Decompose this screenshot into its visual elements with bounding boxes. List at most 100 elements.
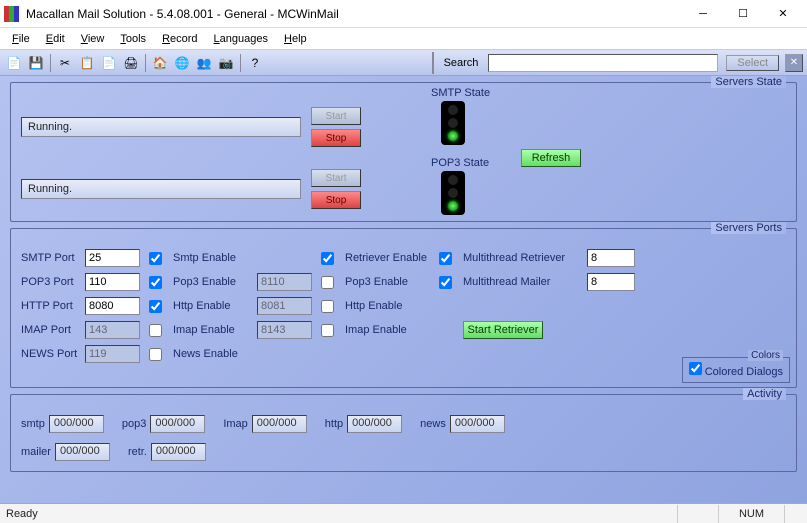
statusbar: Ready NUM: [0, 503, 807, 523]
act-imap-value: 000/000: [252, 415, 307, 433]
http-enable2-label: Http Enable: [345, 300, 435, 312]
act-imap-label: Imap: [223, 418, 247, 430]
imap-enable-checkbox[interactable]: [149, 324, 162, 337]
toolbar-separator: [50, 54, 51, 72]
news-enable-label: News Enable: [173, 348, 253, 360]
start-retriever-button[interactable]: Start Retriever: [463, 321, 543, 339]
tool-save-icon[interactable]: 💾: [26, 53, 46, 73]
servers-state-group: Servers State SMTP State POP3 State Star…: [10, 82, 797, 222]
pop3-enable-label: Pop3 Enable: [173, 276, 253, 288]
tool-print-icon[interactable]: 🖨: [121, 53, 141, 73]
mt-retriever-checkbox[interactable]: [439, 252, 452, 265]
window-title: Macallan Mail Solution - 5.4.08.001 - Ge…: [26, 7, 683, 21]
pop3-enable2-checkbox[interactable]: [321, 276, 334, 289]
tool-copy-icon[interactable]: 📋: [77, 53, 97, 73]
search-label: Search: [444, 57, 479, 69]
act-pop3-label: pop3: [122, 418, 146, 430]
pop3-port-label: POP3 Port: [21, 276, 81, 288]
app-icon: [4, 6, 20, 22]
pop3-status-field: [21, 179, 301, 199]
smtp-traffic-light: [441, 101, 465, 145]
pop3-enable-checkbox[interactable]: [149, 276, 162, 289]
pop3-start-button[interactable]: Start: [311, 169, 361, 187]
search-input[interactable]: [488, 54, 718, 72]
mt-retriever-label: Multithread Retriever: [463, 252, 583, 264]
menubar: File Edit View Tools Record Languages He…: [0, 28, 807, 50]
http-enable-label: Http Enable: [173, 300, 253, 312]
select-button[interactable]: Select: [726, 55, 779, 71]
smtp-enable-label: Smtp Enable: [173, 252, 253, 264]
colored-dialogs-checkbox[interactable]: [689, 362, 702, 375]
menu-record[interactable]: Record: [154, 31, 205, 47]
http-port-input[interactable]: [85, 297, 140, 315]
tool-help-icon[interactable]: ?: [245, 53, 265, 73]
menu-help[interactable]: Help: [276, 31, 315, 47]
tool-users-icon[interactable]: 👥: [194, 53, 214, 73]
smtp-enable-checkbox[interactable]: [149, 252, 162, 265]
smtp-port-label: SMTP Port: [21, 252, 81, 264]
activity-title: Activity: [743, 388, 786, 400]
smtp-status-field: [21, 117, 301, 137]
act-mailer-label: mailer: [21, 446, 51, 458]
smtp-stop-button[interactable]: Stop: [311, 129, 361, 147]
http-enable2-checkbox[interactable]: [321, 300, 334, 313]
mt-retriever-input[interactable]: [587, 249, 635, 267]
tool-new-icon[interactable]: 📄: [4, 53, 24, 73]
colored-dialogs-label: Colored Dialogs: [705, 366, 783, 378]
maximize-button[interactable]: ☐: [723, 0, 763, 28]
servers-ports-title: Servers Ports: [711, 222, 786, 234]
menu-view[interactable]: View: [73, 31, 113, 47]
tool-camera-icon[interactable]: 📷: [216, 53, 236, 73]
act-mailer-value: 000/000: [55, 443, 110, 461]
menu-file[interactable]: File: [4, 31, 38, 47]
http-port-label: HTTP Port: [21, 300, 81, 312]
imap-port-input[interactable]: [85, 321, 140, 339]
news-enable-checkbox[interactable]: [149, 348, 162, 361]
refresh-button[interactable]: Refresh: [521, 149, 581, 167]
news-port-label: NEWS Port: [21, 348, 81, 360]
colors-title: Colors: [748, 350, 783, 361]
servers-ports-group: Servers Ports SMTP Port Smtp Enable Retr…: [10, 228, 797, 388]
close-search-icon[interactable]: ✕: [785, 54, 803, 72]
close-button[interactable]: ✕: [763, 0, 803, 28]
act-news-value: 000/000: [450, 415, 505, 433]
http-enable-checkbox[interactable]: [149, 300, 162, 313]
smtp-start-button[interactable]: Start: [311, 107, 361, 125]
act-news-label: news: [420, 418, 446, 430]
tool-home-icon[interactable]: 🏠: [150, 53, 170, 73]
act-retr-value: 000/000: [151, 443, 206, 461]
imap-port2-input[interactable]: [257, 321, 312, 339]
content-area: Servers State SMTP State POP3 State Star…: [0, 76, 807, 503]
toolbar-separator: [240, 54, 241, 72]
toolbar: 📄 💾 ✂ 📋 📄 🖨 🏠 🌐 👥 📷 ? Search Select ✕: [0, 50, 807, 76]
pop3-port-input[interactable]: [85, 273, 140, 291]
tool-paste-icon[interactable]: 📄: [99, 53, 119, 73]
imap-enable2-label: Imap Enable: [345, 324, 435, 336]
retriever-enable-checkbox[interactable]: [321, 252, 334, 265]
http-port2-input[interactable]: [257, 297, 312, 315]
mt-mailer-checkbox[interactable]: [439, 276, 452, 289]
smtp-state-label: SMTP State: [431, 87, 490, 99]
smtp-port-input[interactable]: [85, 249, 140, 267]
menu-edit[interactable]: Edit: [38, 31, 73, 47]
mt-mailer-label: Multithread Mailer: [463, 276, 583, 288]
menu-languages[interactable]: Languages: [206, 31, 276, 47]
status-ready: Ready: [6, 508, 38, 520]
pop3-enable2-label: Pop3 Enable: [345, 276, 435, 288]
tool-world-icon[interactable]: 🌐: [172, 53, 192, 73]
tool-cut-icon[interactable]: ✂: [55, 53, 75, 73]
imap-port-label: IMAP Port: [21, 324, 81, 336]
pop3-stop-button[interactable]: Stop: [311, 191, 361, 209]
activity-group: Activity smtp000/000 pop3000/000 Imap000…: [10, 394, 797, 472]
pop3-port2-input[interactable]: [257, 273, 312, 291]
imap-enable2-checkbox[interactable]: [321, 324, 334, 337]
status-empty-cell: [677, 505, 718, 523]
servers-state-title: Servers State: [711, 76, 786, 88]
mt-mailer-input[interactable]: [587, 273, 635, 291]
act-retr-label: retr.: [128, 446, 147, 458]
minimize-button[interactable]: ─: [683, 0, 723, 28]
menu-tools[interactable]: Tools: [112, 31, 154, 47]
news-port-input[interactable]: [85, 345, 140, 363]
act-smtp-label: smtp: [21, 418, 45, 430]
status-empty-cell2: [784, 505, 801, 523]
